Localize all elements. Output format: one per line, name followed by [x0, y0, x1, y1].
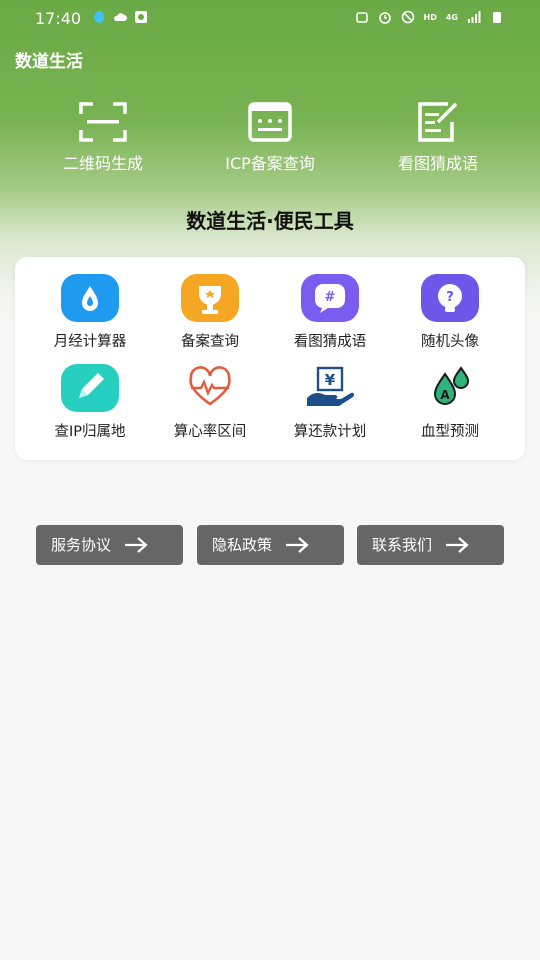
tool-repayment-plan[interactable]: ¥ 算还款计划 [270, 364, 390, 441]
top-tool-label: ICP备案查询 [225, 154, 315, 173]
do-not-disturb-icon [401, 10, 414, 24]
heart-rate-icon [181, 364, 239, 412]
tool-label: 查IP归属地 [54, 424, 126, 440]
tools-card: 月经计算器 备案查询 # 看图猜成语 ? 随机头像 查IP归属地 算心率区间 ¥ [15, 257, 525, 460]
svg-text:?: ? [446, 290, 454, 305]
question-bulb-icon: ? [421, 274, 479, 322]
tool-idiom-guess[interactable]: # 看图猜成语 [270, 274, 390, 351]
page-subtitle: 数道生活·便民工具 [186, 209, 354, 233]
hd-badge: HD [423, 12, 437, 22]
tool-blood-type[interactable]: A 血型预测 [390, 364, 510, 441]
privacy-policy-button[interactable]: 隐私政策 [197, 525, 344, 565]
pencil-icon [61, 364, 119, 412]
arrow-right-icon [286, 537, 309, 553]
tool-period-calculator[interactable]: 月经计算器 [30, 274, 150, 351]
app-title: 数道生活 [15, 52, 83, 72]
battery-icon [493, 12, 501, 23]
tool-label: 月经计算器 [53, 334, 127, 350]
tool-label: 算心率区间 [173, 424, 247, 440]
terminal-window-icon [248, 102, 292, 142]
network-badge: 4G [445, 12, 458, 22]
button-label: 服务协议 [51, 536, 112, 554]
top-tool-label: 二维码生成 [62, 154, 143, 173]
tool-filing-query[interactable]: 备案查询 [150, 274, 270, 351]
app-notification-icon [135, 11, 147, 23]
top-tool-label: 看图猜成语 [397, 154, 478, 173]
tool-label: 备案查询 [181, 334, 239, 350]
chat-hash-icon: # [301, 274, 359, 322]
arrow-right-icon [125, 537, 148, 553]
tool-random-avatar[interactable]: ? 随机头像 [390, 274, 510, 351]
top-tool-idiom[interactable]: 看图猜成语 [358, 100, 518, 174]
status-bar: 17:40 HD 4G [0, 0, 540, 36]
tool-ip-lookup[interactable]: 查IP归属地 [30, 364, 150, 441]
yen-hand-icon: ¥ [301, 364, 359, 412]
qr-scan-icon [79, 102, 127, 142]
tool-heart-rate[interactable]: 算心率区间 [150, 364, 270, 441]
android-icon [355, 12, 368, 23]
signal-icon [468, 11, 481, 23]
qq-icon [94, 11, 104, 23]
svg-text:#: # [325, 290, 336, 305]
button-label: 隐私政策 [212, 536, 273, 554]
tool-label: 随机头像 [421, 334, 479, 350]
droplet-icon [61, 274, 119, 322]
blood-drops-icon: A [421, 364, 479, 412]
arrow-right-icon [446, 537, 469, 553]
tool-label: 看图猜成语 [293, 334, 367, 350]
top-tool-icp[interactable]: ICP备案查询 [190, 100, 350, 174]
top-tool-qr[interactable]: 二维码生成 [23, 100, 183, 174]
svg-text:A: A [440, 388, 450, 402]
status-time: 17:40 [35, 9, 82, 28]
tool-label: 算还款计划 [293, 424, 367, 440]
cloud-icon [113, 13, 127, 21]
button-label: 联系我们 [372, 536, 433, 554]
top-tools: 二维码生成 ICP备案查询 看图猜成语 [0, 100, 540, 180]
alarm-icon [378, 12, 391, 24]
edit-note-icon [418, 102, 458, 142]
svg-text:¥: ¥ [325, 371, 336, 389]
tool-label: 血型预测 [421, 424, 479, 440]
service-agreement-button[interactable]: 服务协议 [36, 525, 183, 565]
trophy-icon [181, 274, 239, 322]
contact-us-button[interactable]: 联系我们 [357, 525, 504, 565]
